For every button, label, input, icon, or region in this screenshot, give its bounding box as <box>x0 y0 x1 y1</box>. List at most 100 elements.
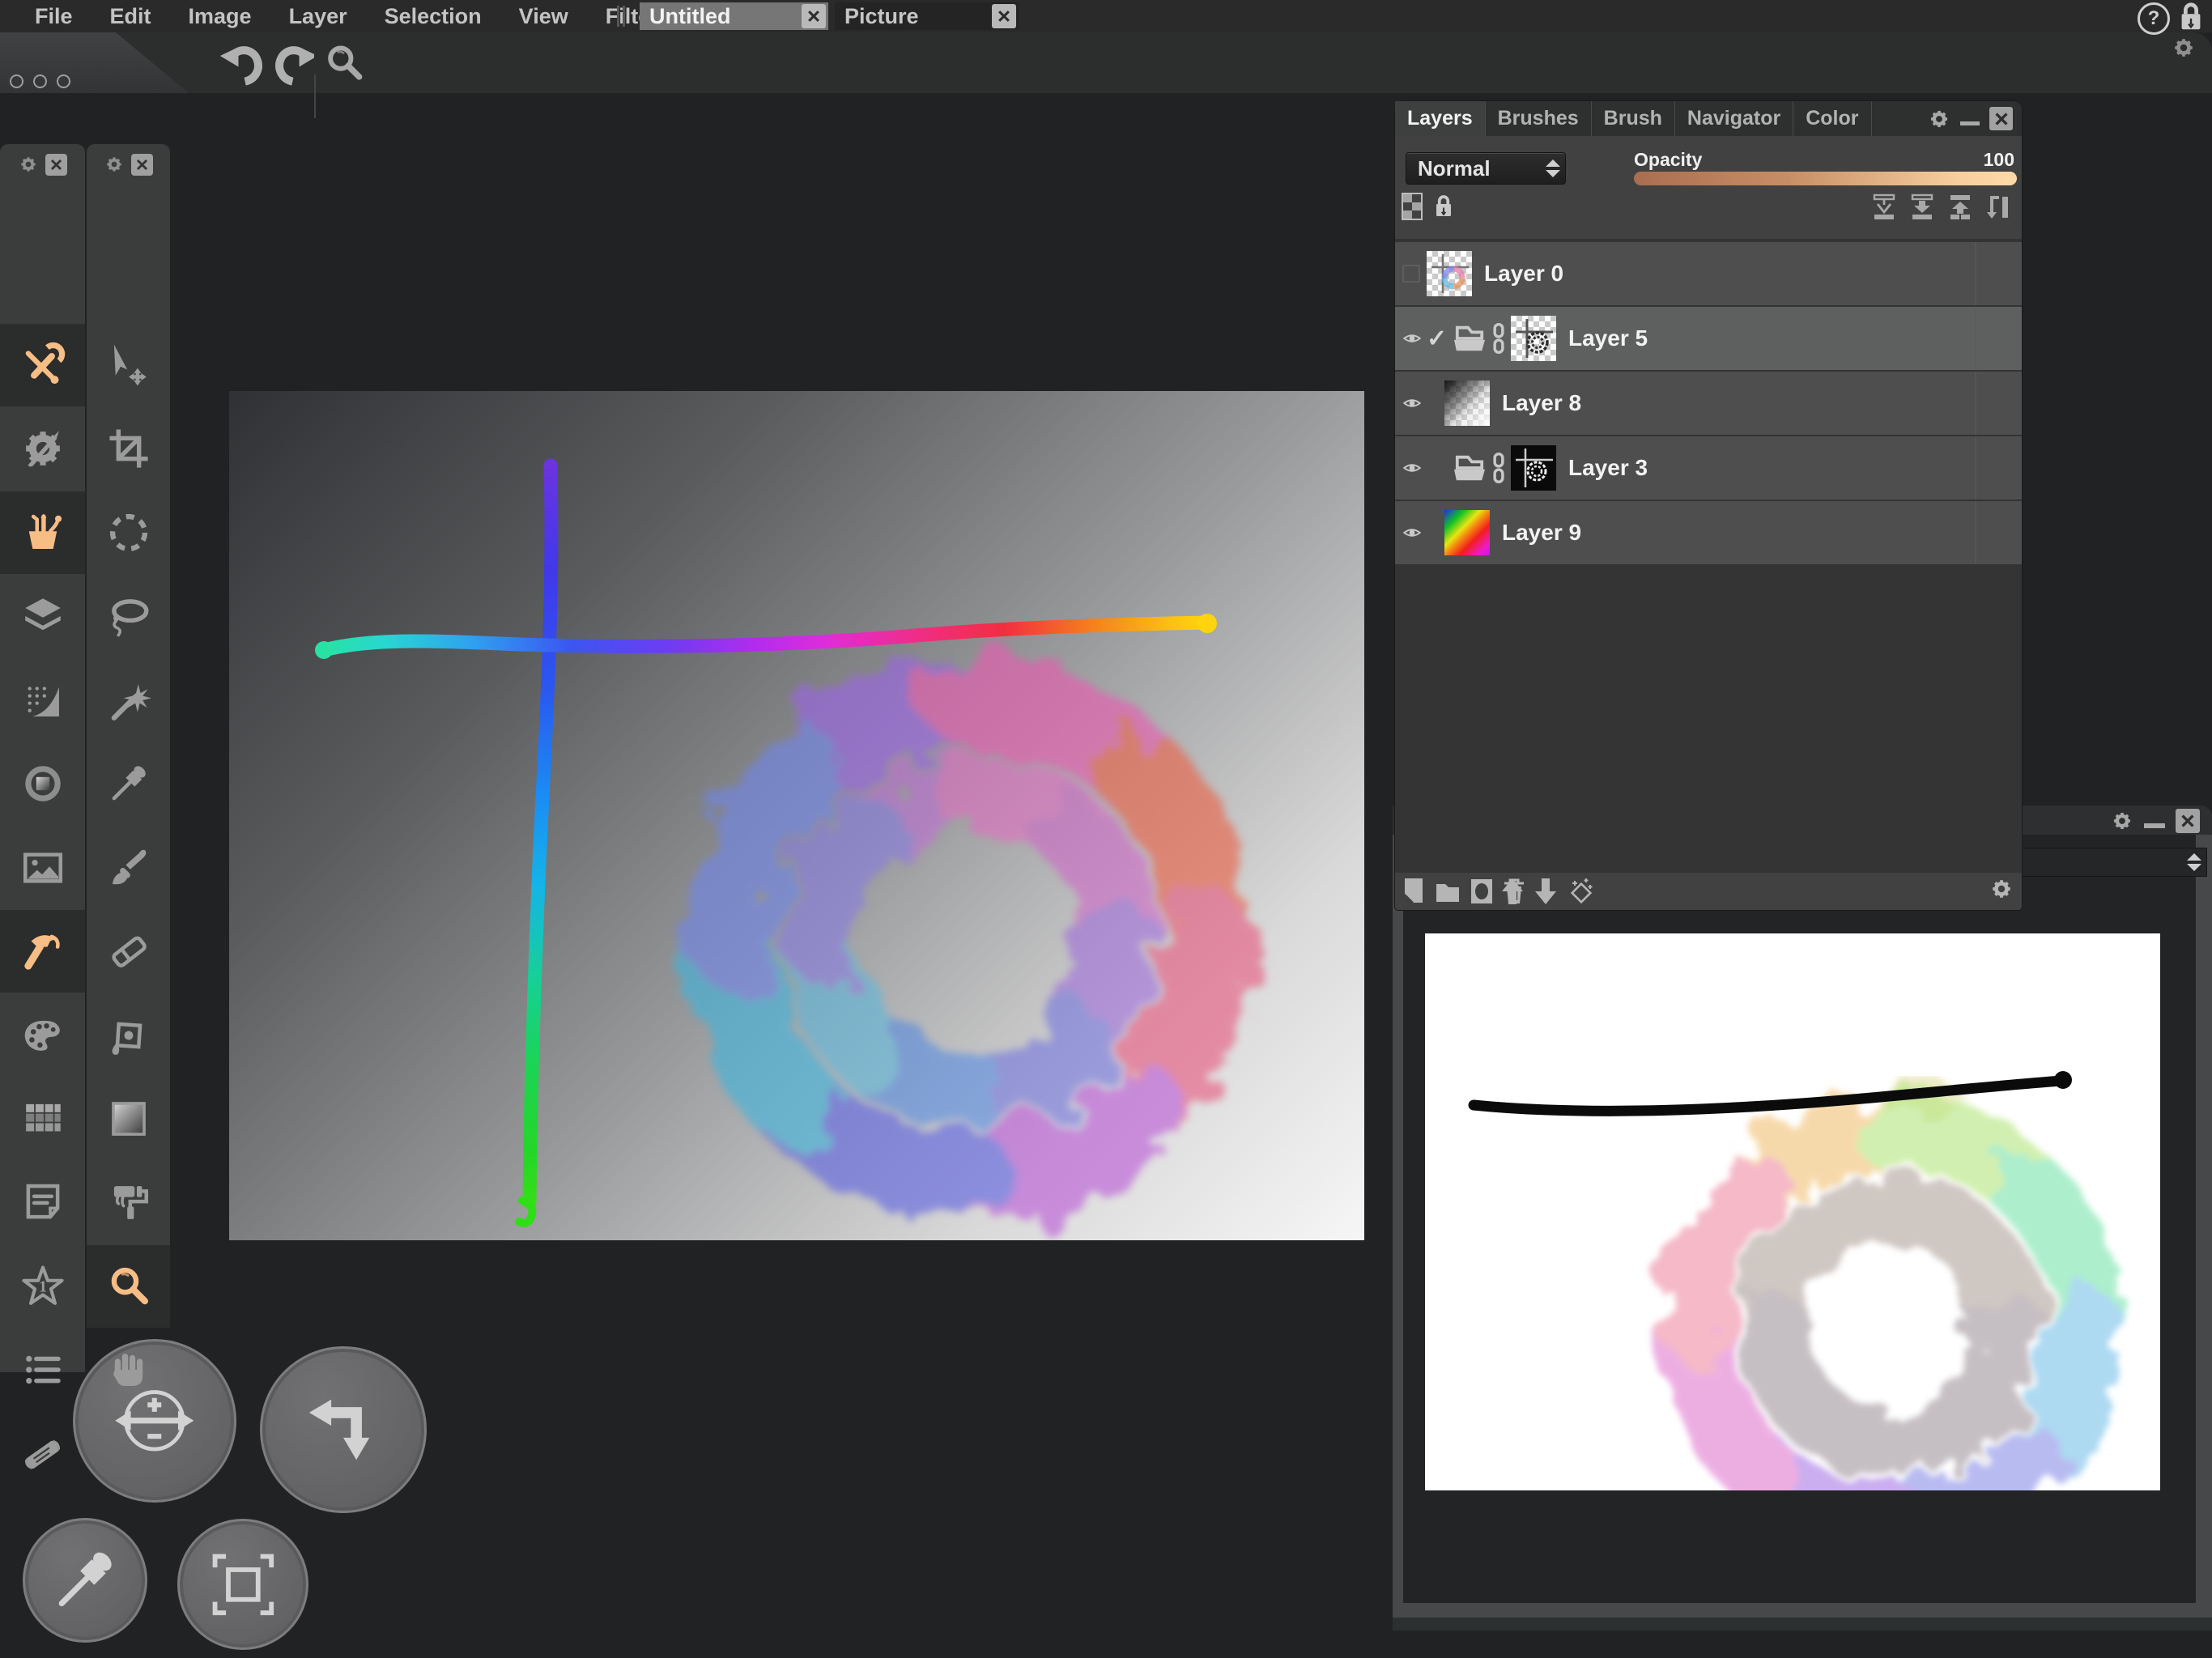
tool-move[interactable] <box>87 324 170 406</box>
merge-sparkle-icon[interactable] <box>1567 877 1594 906</box>
layer-row-0[interactable]: Layer 0 <box>1395 242 2022 305</box>
tool-fill[interactable] <box>87 994 170 1077</box>
preview-picture-canvas[interactable] <box>1425 933 2160 1490</box>
menu-selection[interactable]: Selection <box>366 4 500 29</box>
move-up-icon[interactable] <box>1500 877 1525 906</box>
layer-row-4[interactable]: Layer 9 <box>1395 501 2022 564</box>
visibility-toggle[interactable] <box>1402 525 1427 540</box>
undo-icon[interactable] <box>219 40 266 87</box>
tool-crop[interactable] <box>87 407 170 490</box>
help-icon[interactable]: ? <box>2138 2 2170 35</box>
visibility-toggle[interactable] <box>1402 331 1427 346</box>
add-layer-icon[interactable] <box>1402 877 1426 906</box>
tab-brush[interactable]: Brush <box>1592 101 1675 136</box>
tool-lasso[interactable] <box>87 575 170 657</box>
visibility-toggle[interactable] <box>1402 461 1427 475</box>
document-tab-untitled[interactable]: Untitled <box>640 2 828 30</box>
tool-wrench-settings[interactable] <box>0 324 85 406</box>
settings-gear-icon[interactable] <box>2111 810 2133 832</box>
close-icon[interactable] <box>2176 809 2200 833</box>
gear-icon[interactable] <box>104 155 124 174</box>
move-down-icon[interactable] <box>1534 877 1558 906</box>
tool-eyedropper[interactable] <box>87 742 170 825</box>
lock-icon[interactable] <box>2178 2 2204 32</box>
tool-image[interactable] <box>0 827 85 909</box>
tool-script-scroll[interactable] <box>0 1413 85 1495</box>
close-icon[interactable] <box>45 154 67 176</box>
tool-brush-pot[interactable] <box>0 491 85 574</box>
opacity-slider[interactable] <box>1634 172 2017 185</box>
layer-name: Layer 9 <box>1502 520 1581 546</box>
layer-row-2[interactable]: Layer 8 <box>1395 372 2022 435</box>
settings-gear-icon[interactable] <box>1928 108 1950 130</box>
layer-row-3[interactable]: Layer 3 <box>1395 436 2022 500</box>
tool-paint-roller[interactable] <box>87 1161 170 1244</box>
alpha-checker-icon[interactable] <box>1402 193 1423 220</box>
color-picker-button[interactable] <box>23 1518 147 1643</box>
fill-bucket-icon <box>105 1012 152 1059</box>
zoom-icon[interactable] <box>322 41 366 85</box>
lock-icon[interactable] <box>1434 193 1453 219</box>
tool-zoom[interactable] <box>87 1245 170 1328</box>
redo-icon[interactable] <box>267 40 314 87</box>
tool-magic-wand[interactable] <box>87 659 170 742</box>
docker-tabs: Layers Brushes Brush Navigator Color <box>1395 101 2022 136</box>
tool-star[interactable]: 1 <box>0 1245 85 1328</box>
tool-paintbrush[interactable] <box>87 827 170 909</box>
fit-view-icon <box>204 1545 283 1624</box>
gear-icon[interactable] <box>19 155 38 174</box>
gradient-square-icon <box>105 1095 152 1142</box>
settings-gear-icon[interactable] <box>2172 36 2196 60</box>
menu-view[interactable]: View <box>500 4 587 29</box>
minimize-icon[interactable] <box>2144 823 2165 828</box>
tool-note[interactable] <box>0 1161 85 1244</box>
tool-ellipse-select[interactable] <box>87 491 170 574</box>
add-folder-icon[interactable] <box>1435 879 1461 903</box>
tool-options[interactable] <box>0 407 85 490</box>
close-tab-icon[interactable] <box>802 4 826 28</box>
paint-roller-icon <box>105 1179 152 1226</box>
tool-hammer[interactable] <box>0 910 85 993</box>
document-tab-picture[interactable]: Picture <box>835 2 1019 30</box>
tool-eraser[interactable] <box>87 910 170 993</box>
tool-shading[interactable] <box>0 659 85 742</box>
tab-navigator[interactable]: Navigator <box>1675 101 1793 136</box>
visibility-toggle[interactable] <box>1402 396 1427 410</box>
tool-pattern[interactable] <box>0 1078 85 1160</box>
check-mark: ✓ <box>1427 325 1451 353</box>
move-up-layer-icon[interactable] <box>1946 193 1974 222</box>
add-mask-icon[interactable] <box>1470 878 1494 905</box>
magic-wand-icon <box>105 677 152 724</box>
blend-mode-dropdown[interactable]: Normal <box>1406 152 1566 185</box>
window-dots-icon[interactable] <box>10 74 70 88</box>
tool-pan-hand[interactable] <box>87 1329 170 1411</box>
paintbrush-icon <box>105 844 152 891</box>
merge-down-icon[interactable] <box>1908 193 1936 222</box>
tool-palette[interactable] <box>0 994 85 1077</box>
close-icon[interactable] <box>131 154 153 176</box>
close-tab-icon[interactable] <box>992 4 1016 28</box>
tool-gradient[interactable] <box>87 1078 170 1160</box>
tool-list[interactable] <box>0 1329 85 1411</box>
settings-gear-icon[interactable] <box>1989 877 2014 901</box>
tool-layers[interactable] <box>0 575 85 657</box>
move-into-layer-icon[interactable] <box>1870 193 1898 222</box>
menu-image[interactable]: Image <box>170 4 270 29</box>
tab-brushes[interactable]: Brushes <box>1486 101 1592 136</box>
menu-layer[interactable]: Layer <box>270 4 366 29</box>
tool-opacity-disc[interactable] <box>0 742 85 825</box>
drawing-canvas[interactable] <box>229 391 1364 1240</box>
fit-view-button[interactable] <box>177 1519 308 1650</box>
menu-edit[interactable]: Edit <box>91 4 170 29</box>
rotate-turn-button[interactable] <box>260 1346 427 1513</box>
close-icon[interactable] <box>1989 107 2013 130</box>
minimize-icon[interactable] <box>1960 121 1980 125</box>
tab-layers[interactable]: Layers <box>1395 101 1486 136</box>
flip-order-icon[interactable] <box>1984 193 2012 222</box>
menu-file[interactable]: File <box>16 4 91 29</box>
layer-row-1[interactable]: ✓ Layer 5 <box>1395 307 2022 370</box>
tab-grip-handle[interactable] <box>617 6 628 27</box>
tab-color[interactable]: Color <box>1793 101 1871 136</box>
layer-thumbnail <box>1444 380 1490 426</box>
visibility-toggle[interactable] <box>1402 265 1427 283</box>
